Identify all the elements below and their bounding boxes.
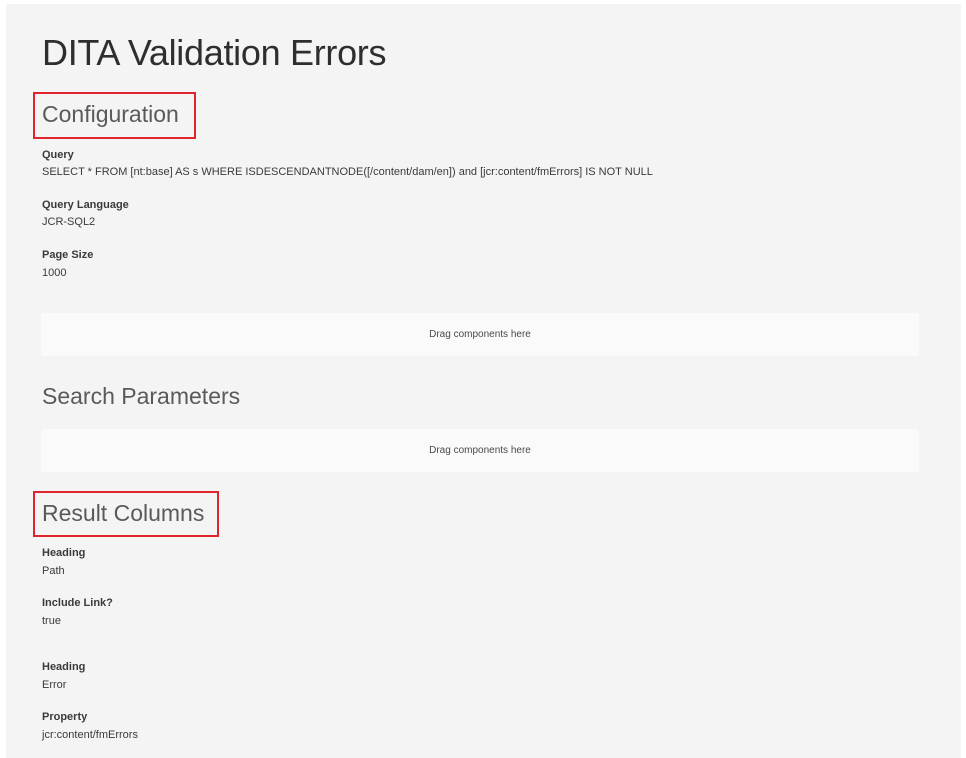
configuration-heading: Configuration — [42, 101, 179, 127]
page-canvas: DITA Validation Errors Configuration Que… — [6, 4, 961, 758]
query-language-label: Query Language — [42, 199, 129, 211]
column-1-heading-value: Path — [42, 565, 65, 577]
page-size-value: 1000 — [42, 267, 67, 279]
search-parameters-dropzone-label: Drag components here — [429, 445, 531, 456]
search-parameters-dropzone[interactable]: Drag components here — [41, 429, 919, 472]
page-title: DITA Validation Errors — [42, 32, 387, 73]
column-2-property-value: jcr:content/fmErrors — [42, 729, 138, 741]
query-value: SELECT * FROM [nt:base] AS s WHERE ISDES… — [42, 166, 653, 178]
column-2-heading-value: Error — [42, 679, 67, 691]
query-language-value: JCR-SQL2 — [42, 216, 96, 228]
configuration-dropzone[interactable]: Drag components here — [41, 313, 919, 356]
column-1-include-link-label: Include Link? — [42, 597, 113, 609]
result-columns-heading: Result Columns — [42, 500, 205, 526]
search-parameters-heading: Search Parameters — [42, 383, 241, 409]
column-2-property-label: Property — [42, 711, 88, 723]
page-size-label: Page Size — [42, 249, 94, 261]
column-2-heading-label: Heading — [42, 661, 86, 673]
configuration-dropzone-label: Drag components here — [429, 329, 531, 340]
column-1-heading-label: Heading — [42, 547, 86, 559]
column-1-include-link-value: true — [42, 615, 61, 627]
query-label: Query — [42, 149, 74, 161]
